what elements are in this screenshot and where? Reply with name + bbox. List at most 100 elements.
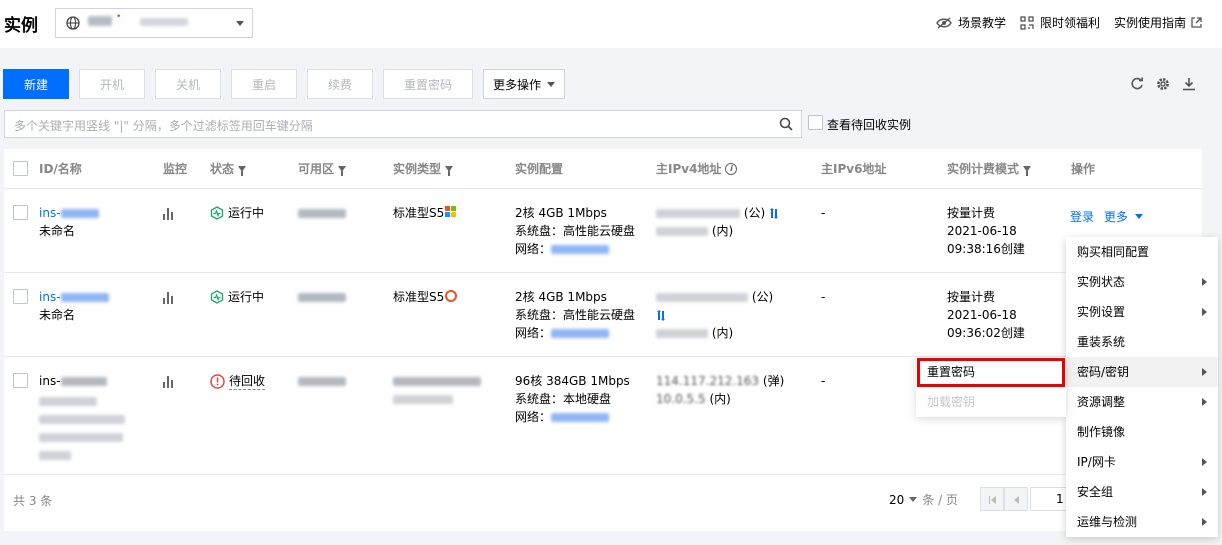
config-disk: 系统盘：本地硬盘 (515, 392, 612, 406)
row-checkbox[interactable] (13, 373, 28, 388)
menu-item-resource-adjust[interactable]: 资源调整 (1066, 387, 1218, 417)
status-running: 运行中 (210, 204, 264, 221)
billing-date: 2021-06-18 (947, 308, 1017, 322)
swap-ip-icon[interactable] (656, 310, 666, 321)
more-actions-button[interactable]: 更多操作 (483, 69, 565, 99)
chevron-right-icon (1202, 308, 1207, 316)
restart-button[interactable]: 重启 (231, 69, 297, 99)
region-zone-count (140, 18, 188, 26)
page-size-value: 20 (889, 492, 905, 507)
search-placeholder: 多个关键字用竖线 "|" 分隔，多个过滤标签用回车键分隔 (14, 119, 313, 133)
menu-item-ops-detect[interactable]: 运维与检测 (1066, 507, 1218, 537)
limited-offer-label: 限时领福利 (1039, 16, 1100, 30)
chevron-right-icon (1202, 278, 1207, 286)
select-all-checkbox[interactable] (13, 161, 28, 176)
billing-created: 09:38:16创建 (947, 242, 1025, 256)
config-cpu: 2核 4GB 1Mbps (515, 290, 607, 304)
running-icon (210, 289, 224, 304)
page-size-select[interactable]: 20 条 / 页 (889, 491, 958, 508)
new-instance-button[interactable]: 新建 (3, 69, 69, 99)
chevron-right-icon (1202, 488, 1207, 496)
config-network: 网络： (515, 408, 610, 426)
start-button[interactable]: 开机 (79, 69, 145, 99)
info-icon[interactable]: i (725, 162, 738, 175)
chevron-right-icon (1202, 458, 1207, 466)
stop-button[interactable]: 关机 (155, 69, 221, 99)
col-zone[interactable]: 可用区 (298, 160, 347, 177)
config-disk: 系统盘：高性能云硬盘 (515, 224, 636, 238)
recycle-checkbox[interactable] (808, 115, 823, 130)
menu-item-instance-settings[interactable]: 实例设置 (1066, 297, 1218, 327)
more-actions-menu: 购买相同配置 实例状态 实例设置 重装系统 密码/密钥 资源调整 制作镜像 IP… (1066, 237, 1218, 537)
running-icon (210, 205, 224, 220)
menu-item-buy-same[interactable]: 购买相同配置 (1066, 237, 1218, 267)
public-ip: 114.117.212.163 (弹) (656, 374, 785, 388)
instance-type: 标准型S5 (393, 204, 457, 222)
col-billing[interactable]: 实例计费模式 (947, 160, 1032, 177)
menu-item-create-image[interactable]: 制作镜像 (1066, 417, 1218, 447)
billing-mode: 按量计费 (947, 290, 996, 304)
row-checkbox[interactable] (13, 289, 28, 304)
swap-ip-icon[interactable] (769, 208, 779, 219)
zone (298, 204, 346, 222)
row-checkbox[interactable] (13, 205, 28, 220)
col-ipv4: 主IPv4地址 i (656, 160, 738, 177)
monitor-chart-icon[interactable] (163, 376, 177, 388)
col-status[interactable]: 状态 (210, 160, 247, 177)
menu-item-instance-status[interactable]: 实例状态 (1066, 267, 1218, 297)
instance-guide-link[interactable]: 实例使用指南 (1114, 14, 1208, 31)
row-divider (4, 272, 1202, 273)
search-icon[interactable] (779, 117, 793, 131)
reset-password-button[interactable]: 重置密码 (383, 69, 473, 99)
menu-item-reinstall[interactable]: 重装系统 (1066, 327, 1218, 357)
private-ip: (内) (656, 222, 733, 240)
prev-page-button[interactable] (1004, 487, 1028, 511)
first-page-button[interactable] (980, 487, 1004, 511)
refresh-icon[interactable] (1129, 76, 1145, 92)
private-ip: (内) (656, 324, 733, 342)
billing-date: 2021-06-18 (947, 224, 1017, 238)
ipv6: - (821, 206, 826, 220)
filter-icon[interactable] (338, 165, 347, 176)
billing-created: 09:36:02创建 (947, 326, 1025, 340)
ipv6: - (821, 290, 826, 304)
menu-item-password-key[interactable]: 密码/密钥 (1066, 357, 1218, 387)
settings-icon[interactable] (1155, 76, 1171, 92)
limited-offer-link[interactable]: 限时领福利 (1020, 14, 1100, 31)
login-link[interactable]: 登录 (1070, 210, 1094, 224)
row-divider (4, 474, 1202, 475)
chevron-right-icon (1202, 518, 1207, 526)
search-input[interactable]: 多个关键字用竖线 "|" 分隔，多个过滤标签用回车键分隔 (4, 110, 802, 138)
instance-id-link[interactable]: ins- (39, 288, 109, 306)
instance-id-link[interactable]: ins- (39, 204, 99, 222)
instance-name: 未命名 (39, 224, 76, 238)
col-id-name: ID/名称 (39, 162, 82, 176)
config-cpu: 2核 4GB 1Mbps (515, 206, 607, 220)
col-monitor: 监控 (163, 162, 188, 176)
download-icon[interactable] (1181, 76, 1197, 92)
page-header: 实例 • 场景教学 限时领福利 实例使用指南 (0, 0, 1222, 48)
menu-item-ip-nic[interactable]: IP/网卡 (1066, 447, 1218, 477)
menu-item-security-group[interactable]: 安全组 (1066, 477, 1218, 507)
filter-icon[interactable] (445, 165, 454, 176)
renew-button[interactable]: 续费 (307, 69, 373, 99)
config-network: 网络： (515, 324, 610, 342)
chevron-down-icon (909, 497, 918, 502)
monitor-chart-icon[interactable] (163, 292, 177, 304)
public-ip: (公) (656, 204, 779, 222)
chevron-right-icon (1202, 398, 1207, 406)
page-number-input[interactable]: 1 (1030, 487, 1070, 511)
filter-icon[interactable] (1023, 165, 1032, 176)
monitor-chart-icon[interactable] (163, 208, 177, 220)
warning-icon (210, 373, 225, 389)
col-ipv6: 主IPv6地址 (821, 162, 887, 176)
more-actions-label: 更多操作 (492, 77, 541, 92)
filter-icon[interactable] (238, 165, 247, 176)
more-link[interactable]: 更多 (1104, 210, 1128, 224)
ipv6: - (821, 374, 826, 388)
scene-tutorial-link[interactable]: 场景教学 (936, 14, 1006, 31)
col-type[interactable]: 实例类型 (393, 160, 454, 177)
total-count: 共 3 条 (13, 494, 53, 508)
config-disk: 系统盘：高性能云硬盘 (515, 308, 636, 322)
region-select[interactable]: • (55, 8, 253, 38)
